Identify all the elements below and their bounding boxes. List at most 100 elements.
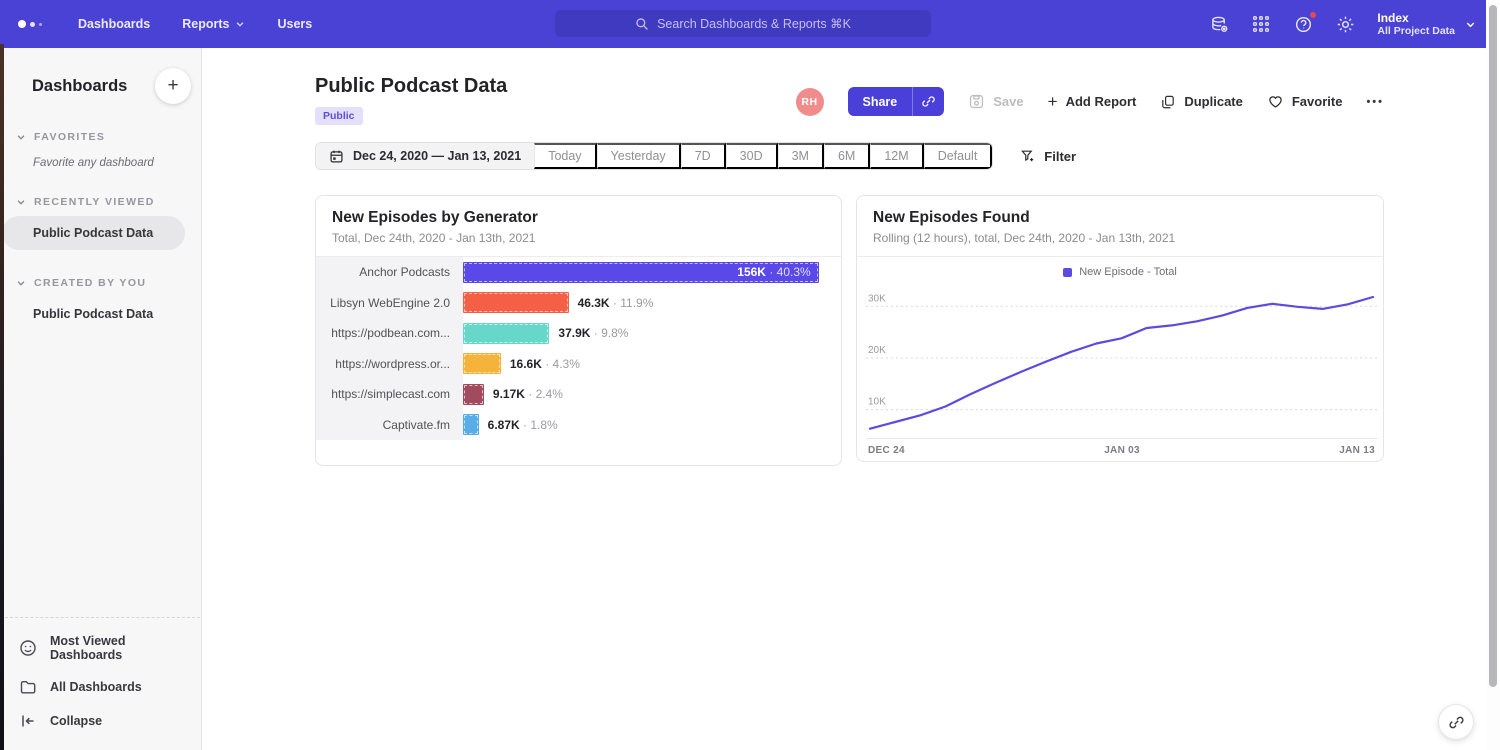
- bar-category-label: Anchor Podcasts: [316, 257, 463, 288]
- app-window: Dashboards Reports Users Search Dashboards…: [0, 0, 1500, 750]
- nav-item-label: Dashboards: [78, 17, 150, 31]
- nav-item-reports[interactable]: Reports: [182, 17, 245, 31]
- preset-7d[interactable]: 7D: [681, 143, 726, 169]
- bar-value-label: 46.3K · 11.9%: [578, 296, 654, 310]
- apps-grid-icon[interactable]: [1251, 14, 1271, 34]
- page-title: Public Podcast Data: [315, 75, 507, 98]
- bar-track: 37.9K · 9.8%: [463, 323, 841, 344]
- share-button[interactable]: Share: [848, 87, 945, 116]
- sidebar-item-public-podcast-data[interactable]: Public Podcast Data: [0, 297, 201, 331]
- heart-icon: [1267, 93, 1284, 110]
- preset-today[interactable]: Today: [534, 143, 596, 169]
- preset-12m[interactable]: 12M: [870, 143, 923, 169]
- sidebar-item-public-podcast-data[interactable]: Public Podcast Data: [2, 216, 185, 250]
- bar-track: 16.6K · 4.3%: [463, 353, 841, 374]
- folder-icon: [19, 678, 37, 696]
- bar-value-label: 156K · 40.3%: [737, 265, 810, 279]
- sidebar-section-header[interactable]: FAVORITES: [0, 131, 201, 143]
- x-tick-label: JAN 03: [1104, 445, 1140, 456]
- bar-segment[interactable]: [463, 384, 484, 405]
- share-label[interactable]: Share: [848, 87, 913, 116]
- bar-category-label: https://wordpress.or...: [316, 349, 463, 380]
- bar-value-label: 9.17K · 2.4%: [493, 387, 563, 401]
- bar-chart-plot: Anchor Podcasts 156K · 40.3% Libsyn WebEng…: [316, 257, 841, 451]
- project-selector[interactable]: Index All Project Data: [1377, 11, 1476, 38]
- notification-dot: [1309, 11, 1317, 19]
- y-tick-label: 20K: [868, 345, 886, 356]
- page-scrollbar[interactable]: [1486, 0, 1500, 750]
- add-report-button[interactable]: + Add Report: [1048, 94, 1137, 110]
- settings-gear-icon[interactable]: [1335, 14, 1355, 34]
- save-button[interactable]: Save: [968, 93, 1023, 110]
- filter-button[interactable]: Filter: [1020, 148, 1076, 164]
- bar-chart-subtitle: Total, Dec 24th, 2020 - Jan 13th, 2021: [332, 231, 825, 245]
- search-icon: [635, 17, 649, 31]
- bar-segment[interactable]: [463, 323, 549, 344]
- sidebar-section-header[interactable]: CREATED BY YOU: [0, 277, 201, 289]
- sidebar-empty-hint: Favorite any dashboard: [0, 157, 201, 169]
- duplicate-button[interactable]: Duplicate: [1160, 94, 1243, 110]
- sidebar-footer-most-viewed-dashboards[interactable]: Most Viewed Dashboards: [0, 626, 200, 670]
- favorite-button[interactable]: Favorite: [1267, 93, 1343, 110]
- table-row: Libsyn WebEngine 2.0 46.3K · 11.9%: [316, 288, 841, 319]
- sidebar-footer-all-dashboards[interactable]: All Dashboards: [0, 670, 200, 704]
- sidebar-footer-label: Most Viewed Dashboards: [50, 634, 200, 662]
- avatar[interactable]: RH: [796, 88, 824, 116]
- chart-legend: New Episode - Total: [857, 257, 1383, 280]
- x-tick-label: DEC 24: [868, 445, 905, 456]
- bar-segment[interactable]: 156K · 40.3%: [463, 262, 819, 283]
- sidebar-section-label: CREATED BY YOU: [34, 277, 146, 289]
- more-menu-button[interactable]: •••: [1366, 96, 1384, 108]
- date-range-picker[interactable]: Dec 24, 2020 — Jan 13, 2021: [316, 143, 534, 169]
- y-tick-label: 10K: [868, 397, 886, 408]
- preset-3m[interactable]: 3M: [778, 143, 824, 169]
- nav-item-label: Reports: [182, 17, 229, 31]
- preset-30d[interactable]: 30D: [726, 143, 778, 169]
- share-link-icon[interactable]: [912, 87, 944, 116]
- line-chart-plot: 10K20K30K: [857, 280, 1383, 438]
- duplicate-icon: [1160, 94, 1176, 110]
- new-dashboard-button[interactable]: +: [155, 68, 191, 104]
- calendar-icon: [329, 149, 344, 164]
- bar-chart-title: New Episodes by Generator: [332, 209, 825, 227]
- plus-icon: +: [1048, 94, 1058, 110]
- bar-track: 156K · 40.3%: [463, 262, 841, 283]
- preset-6m[interactable]: 6M: [824, 143, 870, 169]
- bar-value-label: 6.87K · 1.8%: [488, 418, 558, 432]
- bar-segment[interactable]: [463, 353, 501, 374]
- collapse-icon: [19, 712, 37, 730]
- sidebar-title: Dashboards: [32, 77, 127, 96]
- nav-item-dashboards[interactable]: Dashboards: [78, 17, 150, 31]
- help-icon[interactable]: [1293, 14, 1313, 34]
- preset-default[interactable]: Default: [924, 143, 993, 169]
- preset-yesterday[interactable]: Yesterday: [597, 143, 681, 169]
- app-logo[interactable]: [18, 20, 52, 28]
- scrollbar-thumb[interactable]: [1489, 5, 1497, 687]
- bar-category-label: Libsyn WebEngine 2.0: [316, 288, 463, 319]
- nav-item-label: Users: [277, 17, 312, 31]
- search-input[interactable]: Search Dashboards & Reports ⌘K: [555, 10, 931, 37]
- time-range-control: Dec 24, 2020 — Jan 13, 2021 TodayYesterd…: [315, 142, 993, 170]
- bar-segment[interactable]: [463, 292, 569, 313]
- sidebar-footer-collapse[interactable]: Collapse: [0, 704, 200, 738]
- link-icon: [1448, 714, 1465, 731]
- bar-value-label: 37.9K · 9.8%: [558, 326, 628, 340]
- copy-link-fab[interactable]: [1438, 704, 1474, 740]
- bar-segment[interactable]: [463, 414, 479, 435]
- smiley-icon: [19, 639, 37, 657]
- line-series-path[interactable]: [870, 297, 1373, 429]
- chevron-down-icon: [1465, 19, 1476, 30]
- sidebar-section-header[interactable]: RECENTLY VIEWED: [0, 196, 201, 208]
- line-chart-card: New Episodes Found Rolling (12 hours), t…: [856, 195, 1384, 462]
- table-row: https://podbean.com... 37.9K · 9.8%: [316, 318, 841, 349]
- bar-category-label: https://simplecast.com: [316, 379, 463, 410]
- nav-item-users[interactable]: Users: [277, 17, 312, 31]
- sidebar-footer: Most Viewed Dashboards All Dashboards Coll…: [0, 617, 200, 750]
- sidebar: Dashboards + FAVORITES Favorite any dashb…: [0, 48, 202, 750]
- date-toolbar: Dec 24, 2020 — Jan 13, 2021 TodayYesterd…: [315, 142, 1486, 170]
- date-range-value: Dec 24, 2020 — Jan 13, 2021: [353, 149, 521, 163]
- bar-category-label: https://podbean.com...: [316, 318, 463, 349]
- sidebar-footer-label: All Dashboards: [50, 680, 142, 694]
- data-source-icon[interactable]: [1209, 14, 1229, 34]
- main-content: Public Podcast Data Public RH Share Save…: [202, 48, 1486, 750]
